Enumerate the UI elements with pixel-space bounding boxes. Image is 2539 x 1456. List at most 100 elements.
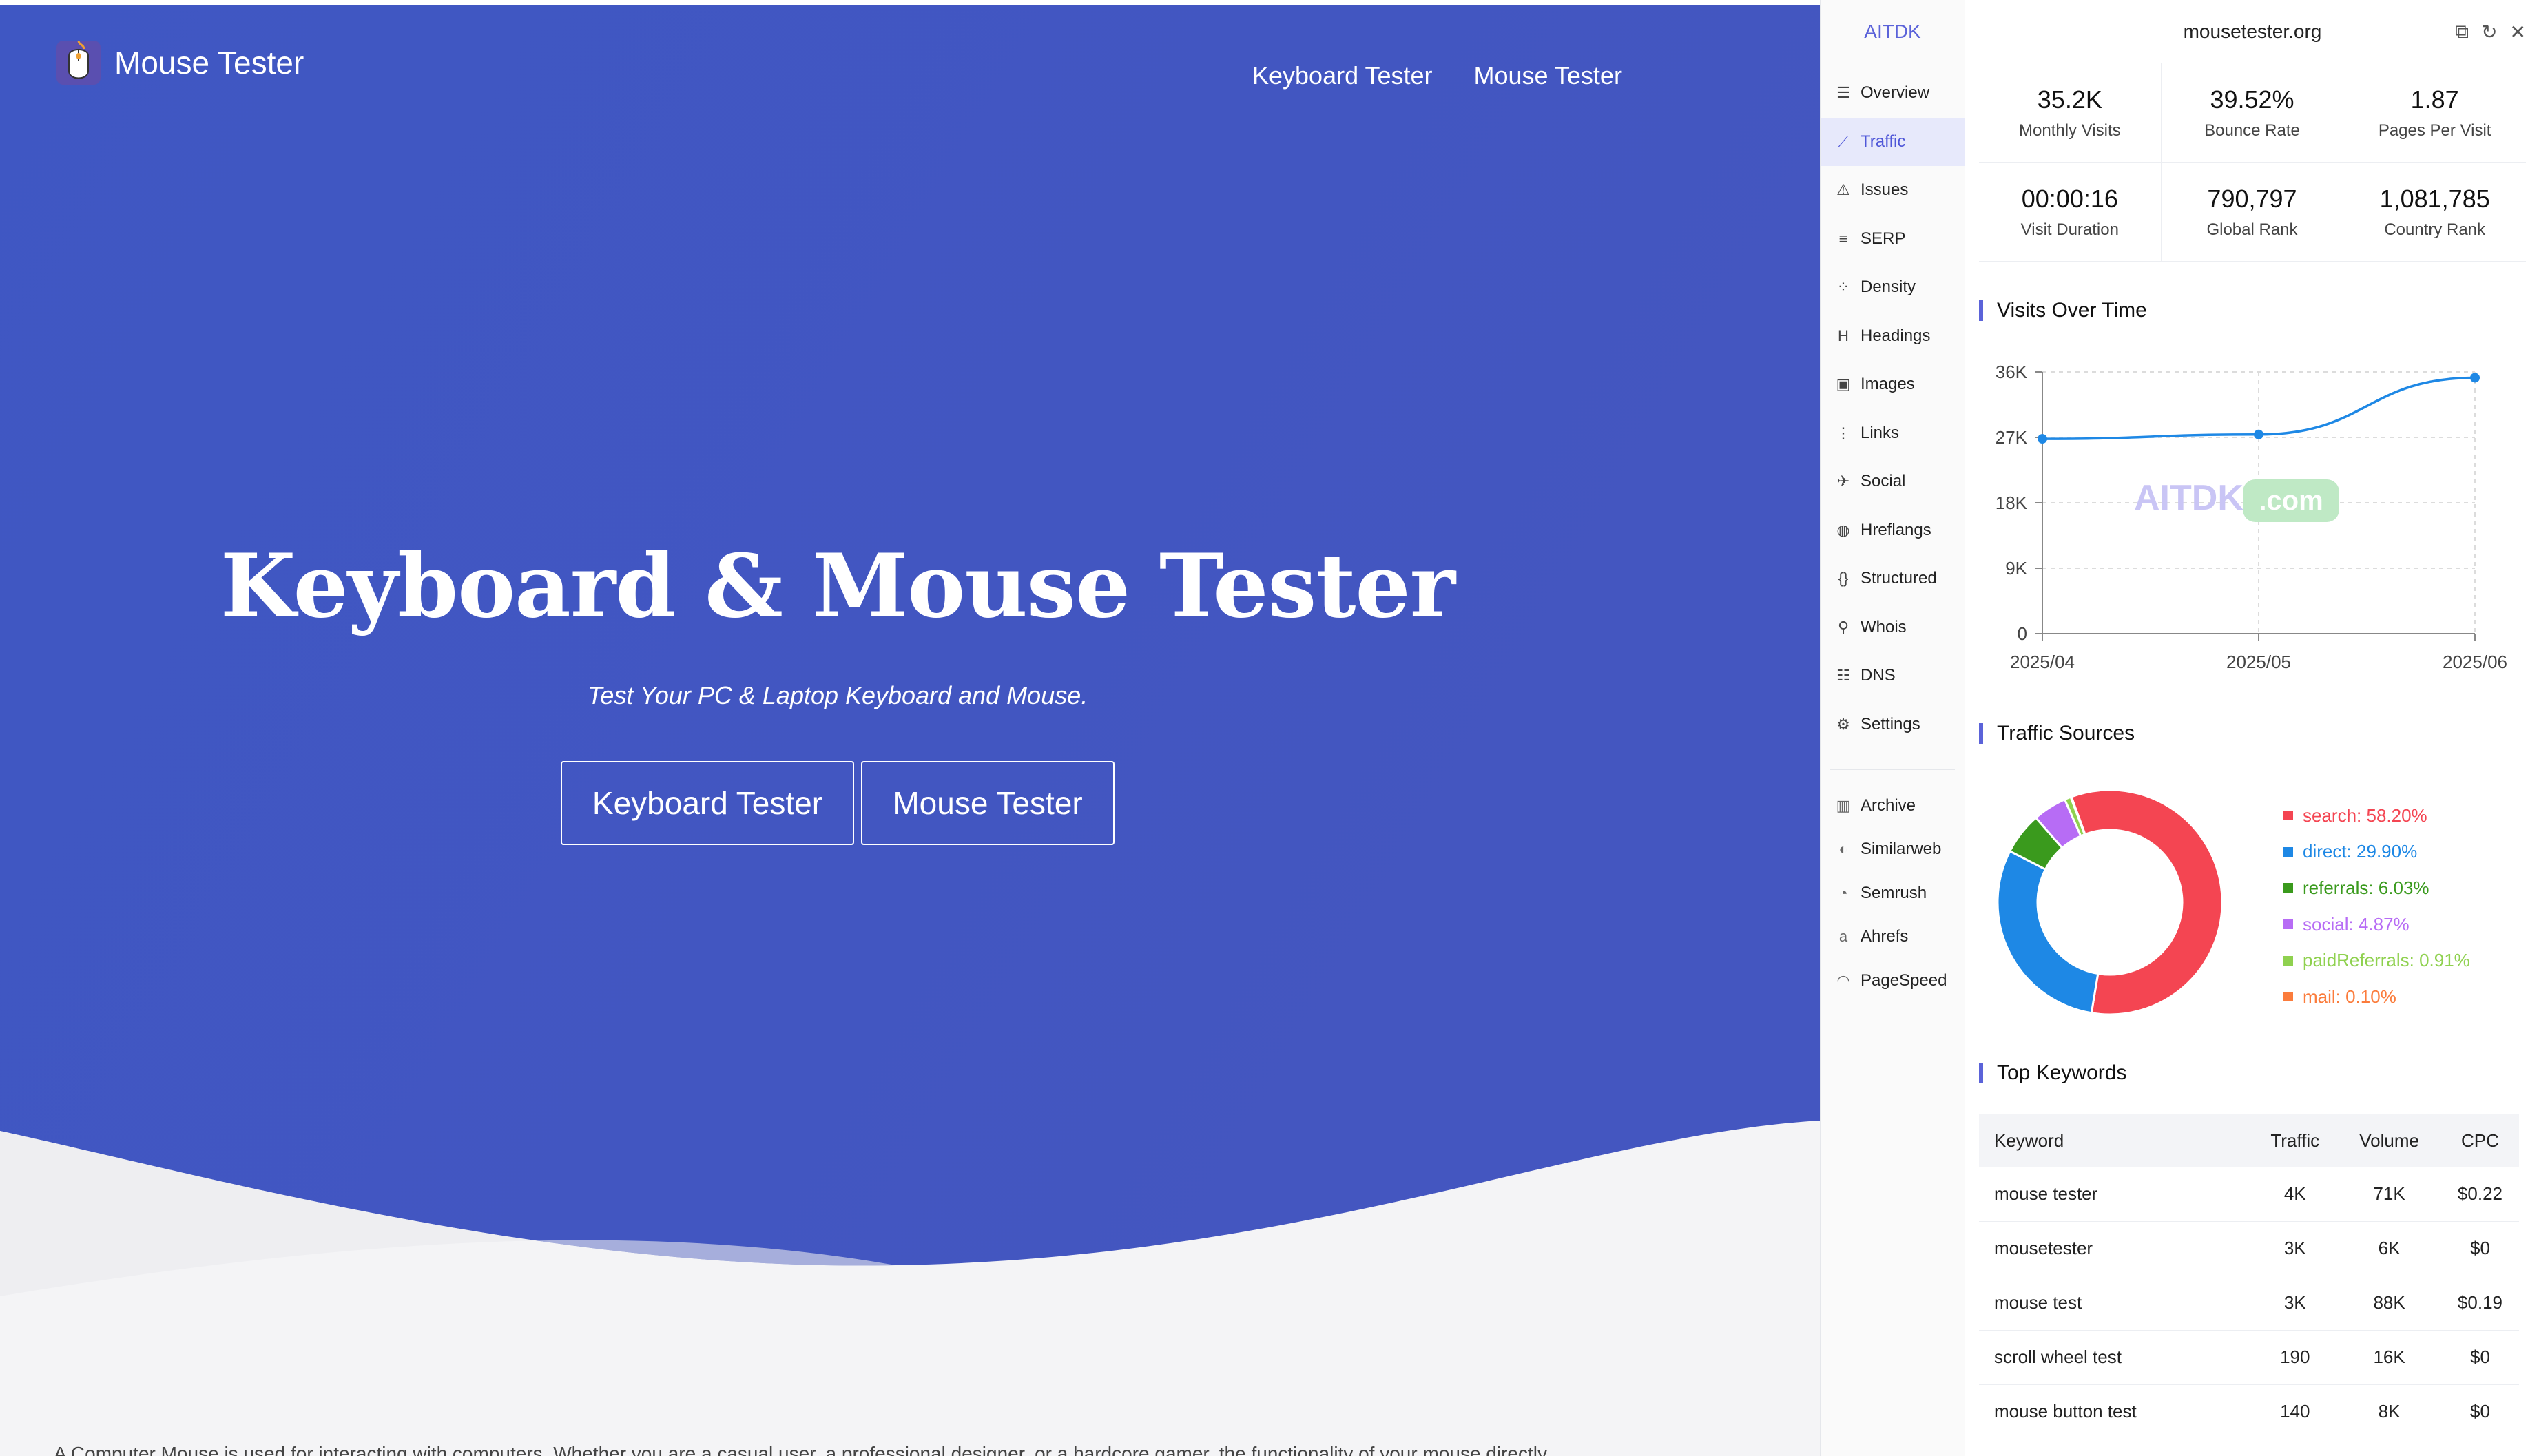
column-header: Volume <box>2337 1114 2441 1167</box>
cpc-cell: $0 <box>2440 1330 2519 1385</box>
volume-cell: 8K <box>2337 1384 2441 1439</box>
y-tick-label: 18K <box>1996 492 2028 513</box>
traffic-cell: 3K <box>2252 1221 2338 1276</box>
legend-item-referrals[interactable]: referrals: 6.03% <box>2283 870 2470 906</box>
sidebar-item-label: Hreflangs <box>1861 520 1931 539</box>
y-tick-label: 36K <box>1996 362 2028 382</box>
visits-data-point <box>2254 429 2263 439</box>
hero-buttons: Keyboard Tester Mouse Tester <box>561 761 1115 845</box>
gear-icon: ⚙ <box>1836 715 1850 733</box>
stat-value: 1.87 <box>2410 85 2459 114</box>
semrush-icon: ◔ <box>1838 884 1848 902</box>
stat-bounce-rate: 39.52% Bounce Rate <box>2161 63 2344 163</box>
hero-subtitle: Test Your PC & Laptop Keyboard and Mouse… <box>587 681 1088 709</box>
sidebar-item-label: Overview <box>1861 83 1930 103</box>
stat-label: Pages Per Visit <box>2378 121 2491 140</box>
top-navigation: Keyboard Tester Mouse Tester <box>1252 61 1622 90</box>
sidebar-item-label: Whois <box>1861 617 1907 636</box>
hero-title: Keyboard & Mouse Tester <box>220 535 1455 637</box>
sidebar-item-issues[interactable]: ⚠ Issues <box>1821 166 1965 215</box>
stat-visit-duration: 00:00:16 Visit Duration <box>1979 163 2162 262</box>
pagespeed-icon: ◠ <box>1836 971 1850 989</box>
sidebar-item-links[interactable]: ⋮ Links <box>1821 409 1965 458</box>
volume-cell: 71K <box>2337 1167 2441 1222</box>
sidebar-item-settings[interactable]: ⚙ Settings <box>1821 700 1965 749</box>
sidebar-item-headings[interactable]: H Headings <box>1821 312 1965 361</box>
sidebar-link-pagespeed[interactable]: ◠ PageSpeed <box>1821 959 1965 1003</box>
sidebar-item-hreflangs[interactable]: ◍ Hreflangs <box>1821 506 1965 555</box>
keyword-cell: mousetester <box>1979 1221 2253 1276</box>
image-icon: ▣ <box>1836 375 1851 393</box>
legend-item-mail[interactable]: mail: 0.10% <box>2283 979 2470 1015</box>
overview-icon: ☰ <box>1836 84 1850 102</box>
stat-value: 00:00:16 <box>2021 184 2118 213</box>
sidebar-item-label: Issues <box>1861 180 1909 200</box>
stat-country-rank: 1,081,785 Country Rank <box>2343 163 2526 262</box>
sidebar-item-whois[interactable]: ⚲ Whois <box>1821 603 1965 652</box>
legend-item-search[interactable]: search: 58.20% <box>2283 798 2470 834</box>
keyword-cell: mouse test <box>1979 1276 2253 1331</box>
sidebar-item-traffic[interactable]: ⟋ Traffic <box>1821 117 1965 166</box>
user-search-icon: ⚲ <box>1837 618 1849 636</box>
legend-item-paidreferrals[interactable]: paidReferrals: 0.91% <box>2283 942 2470 979</box>
table-row: scroll wheel test 190 16K $0 <box>1979 1330 2519 1385</box>
traffic-cell: 140 <box>2252 1384 2338 1439</box>
similarweb-icon: ◐ <box>1838 840 1848 858</box>
close-icon[interactable]: ✕ <box>2510 21 2526 43</box>
sidebar-item-social[interactable]: ✈ Social <box>1821 457 1965 506</box>
legend-item-direct[interactable]: direct: 29.90% <box>2283 834 2470 871</box>
traffic-sources-legend: search: 58.20% direct: 29.90% referrals: 6… <box>2283 798 2470 1015</box>
sidebar-link-similarweb[interactable]: ◐ Similarweb <box>1821 828 1965 872</box>
sidebar-item-images[interactable]: ▣ Images <box>1821 360 1965 409</box>
sidebar-item-label: DNS <box>1861 666 1896 685</box>
keyboard-tester-button[interactable]: Keyboard Tester <box>561 761 854 845</box>
traffic-cell: 3K <box>2252 1276 2338 1331</box>
sidebar-link-ahrefs[interactable]: a Ahrefs <box>1821 915 1965 959</box>
sidebar-item-label: Density <box>1861 278 1916 297</box>
nav-mouse-tester[interactable]: Mouse Tester <box>1474 61 1622 90</box>
traffic-cell: 4K <box>2252 1167 2338 1222</box>
aitdk-brand[interactable]: AITDK <box>1821 0 1965 63</box>
keyword-cell: scroll wheel test <box>1979 1330 2253 1385</box>
x-tick-label: 2025/06 <box>2443 652 2507 672</box>
stat-monthly-visits: 35.2K Monthly Visits <box>1979 63 2162 163</box>
cpc-cell: $0 <box>2440 1221 2519 1276</box>
watermark-text: AITDK <box>2134 478 2243 518</box>
top-keywords-table: Keyword Traffic Volume CPC mouse tester … <box>1979 1114 2519 1439</box>
panel-actions: ⧉ ↻ ✕ <box>2455 21 2526 43</box>
warning-icon: ⚠ <box>1836 181 1850 199</box>
watermark-badge-text: .com <box>2259 486 2323 516</box>
refresh-icon[interactable]: ↻ <box>2481 21 2497 43</box>
sidebar-item-structured[interactable]: {} Structured <box>1821 554 1965 603</box>
panel-main: mousetester.org ⧉ ↻ ✕ 35.2K Monthly Visit… <box>1965 0 2539 1456</box>
sidebar-item-serp[interactable]: ≡ SERP <box>1821 215 1965 264</box>
globe-icon: ◍ <box>1836 521 1850 539</box>
site-logo-link[interactable]: Mouse Tester <box>54 38 304 87</box>
legend-item-social[interactable]: social: 4.87% <box>2283 906 2470 943</box>
stat-value: 35.2K <box>2037 85 2102 114</box>
mouse-logo-icon <box>56 40 101 85</box>
heading-icon: H <box>1838 326 1849 344</box>
site-brand-name: Mouse Tester <box>114 45 304 81</box>
legend-swatch <box>2283 919 2293 930</box>
sidebar-item-label: Semrush <box>1861 883 1927 902</box>
sidebar-item-overview[interactable]: ☰ Overview <box>1821 69 1965 118</box>
sidebar-item-density[interactable]: ⁘ Density <box>1821 263 1965 312</box>
crop-icon[interactable]: ⧉ <box>2455 21 2469 43</box>
sidebar-item-dns[interactable]: ☷ DNS <box>1821 652 1965 700</box>
visits-line-chart: 0 9K 18K 27K 36K 2025/04 2025/05 2025/06 AITDK .c… <box>1996 362 2507 672</box>
x-tick-label: 2025/04 <box>2010 652 2075 672</box>
sidebar-item-label: Archive <box>1861 795 1916 815</box>
mouse-tester-button[interactable]: Mouse Tester <box>861 761 1115 845</box>
serp-icon: ≡ <box>1838 229 1848 247</box>
nav-keyboard-tester[interactable]: Keyboard Tester <box>1252 61 1433 90</box>
legend-swatch <box>2283 955 2293 966</box>
traffic-sources-title: Traffic Sources <box>1979 723 2135 744</box>
scatter-icon: ⁘ <box>1836 278 1850 296</box>
sidebar-item-label: Settings <box>1861 714 1920 734</box>
aitdk-extension-panel: AITDK ☰ Overview ⟋ Traffic ⚠ Issues ≡ SERP ⁘… <box>1820 0 2539 1456</box>
legend-swatch <box>2283 811 2293 821</box>
sidebar-link-semrush[interactable]: ◔ Semrush <box>1821 871 1965 915</box>
sidebar-link-archive[interactable]: ▥ Archive <box>1821 784 1965 828</box>
keyword-cell: mouse tester <box>1979 1167 2253 1222</box>
